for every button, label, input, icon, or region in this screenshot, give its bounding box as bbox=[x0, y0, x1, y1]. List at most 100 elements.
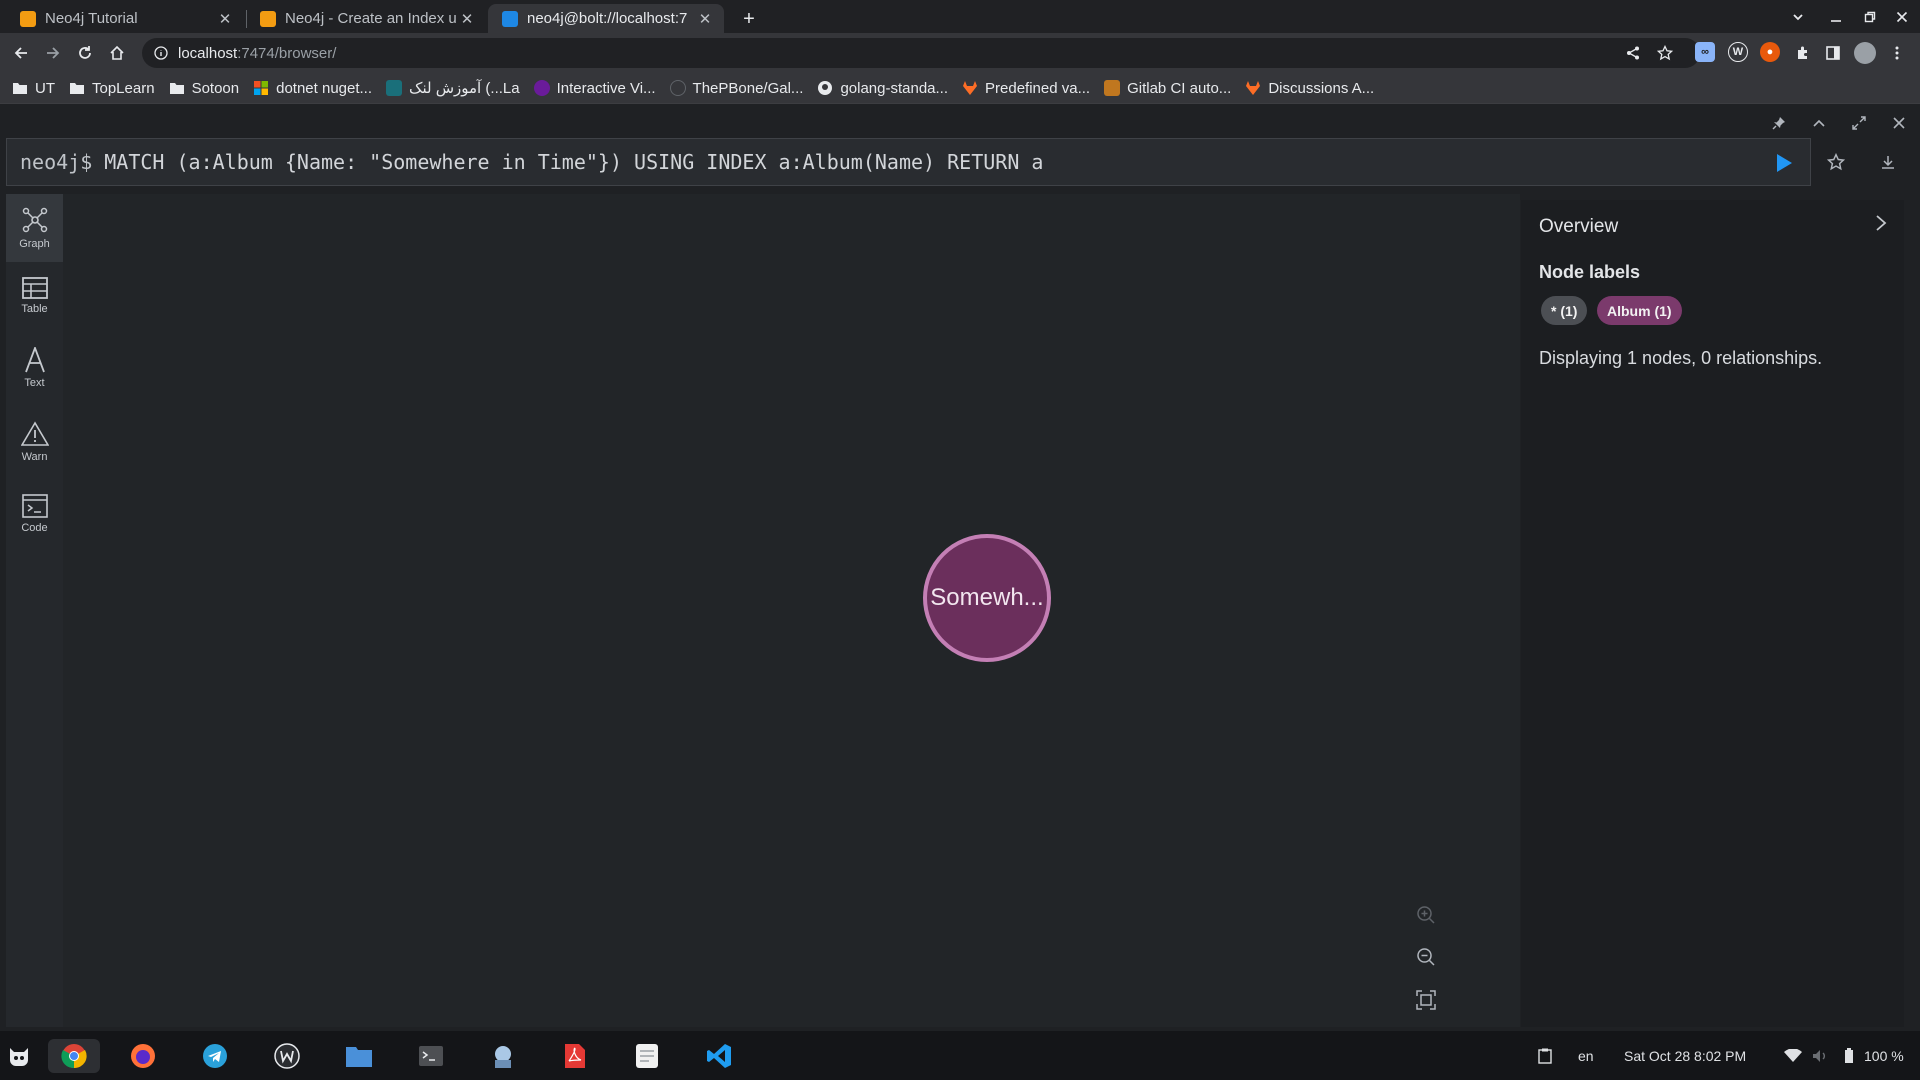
taskbar-terminal-icon[interactable] bbox=[414, 1039, 448, 1073]
wifi-icon[interactable] bbox=[1784, 1031, 1802, 1080]
label-chip-all[interactable]: * (1) bbox=[1541, 296, 1588, 325]
collapse-panel-icon[interactable] bbox=[1874, 214, 1888, 232]
taskbar-chrome-icon[interactable] bbox=[48, 1039, 100, 1073]
nav-label: Code bbox=[21, 522, 48, 534]
tab-search-icon[interactable] bbox=[1786, 6, 1810, 28]
graph-node-album[interactable]: Somewh... bbox=[923, 534, 1051, 662]
fit-to-screen-icon[interactable] bbox=[1411, 985, 1441, 1015]
keyboard-language[interactable]: en bbox=[1578, 1031, 1594, 1080]
url-host: localhost bbox=[178, 44, 238, 62]
restore-icon[interactable] bbox=[1858, 6, 1882, 28]
close-tab-icon[interactable]: ✕ bbox=[696, 10, 714, 28]
download-icon[interactable] bbox=[1876, 150, 1900, 174]
bookmark-persian-course[interactable]: آموزش لنک (...La bbox=[386, 79, 520, 97]
folder-icon bbox=[169, 83, 184, 94]
pin-icon[interactable] bbox=[1768, 112, 1790, 134]
clock[interactable]: Sat Oct 28 8:02 PM bbox=[1624, 1031, 1746, 1080]
nav-graph[interactable]: Graph bbox=[6, 194, 63, 262]
folder-icon bbox=[13, 83, 27, 94]
bookmark-thepbone[interactable]: ThePBone/Gal... bbox=[669, 80, 803, 97]
neo4j-browser-frame: neo4j$ MATCH (a:Album {Name: "Somewhere … bbox=[0, 104, 1920, 1031]
tab-strip: Neo4j Tutorial ✕ Neo4j - Create an Index… bbox=[0, 0, 1920, 33]
github-icon bbox=[669, 80, 686, 96]
volume-icon[interactable] bbox=[1812, 1031, 1828, 1080]
share-icon[interactable] bbox=[1620, 40, 1646, 66]
nav-label: Graph bbox=[19, 238, 50, 250]
back-icon[interactable] bbox=[8, 40, 34, 66]
side-panel-icon[interactable] bbox=[1820, 40, 1846, 66]
label-chip-album[interactable]: Album (1) bbox=[1597, 296, 1682, 325]
close-tab-icon[interactable]: ✕ bbox=[216, 10, 234, 28]
browser-toolbar: localhost:7474/browser/ ∞ W ● bbox=[0, 33, 1920, 73]
editor-prompt: neo4j$ bbox=[20, 150, 93, 174]
taskbar-telegram-icon[interactable] bbox=[198, 1039, 232, 1073]
result-view-nav: Graph Table Text Warn Code bbox=[6, 194, 63, 1027]
bookmark-dotnet-nuget[interactable]: dotnet nuget... bbox=[253, 80, 372, 97]
address-bar[interactable]: localhost:7474/browser/ bbox=[142, 38, 1700, 68]
bookmark-golang-standards[interactable]: golang-standa... bbox=[817, 80, 948, 97]
taskbar-text-editor-icon[interactable] bbox=[630, 1039, 664, 1073]
battery-percent: 100 % bbox=[1864, 1047, 1904, 1064]
bookmark-folder-sotoon[interactable]: Sotoon bbox=[169, 80, 239, 97]
close-tab-icon[interactable]: ✕ bbox=[458, 10, 476, 28]
folder-icon bbox=[70, 83, 84, 94]
cypher-editor[interactable]: neo4j$ MATCH (a:Album {Name: "Somewhere … bbox=[6, 138, 1811, 186]
extensions-puzzle-icon[interactable] bbox=[1790, 40, 1816, 66]
taskbar-webstorm-icon[interactable] bbox=[270, 1039, 304, 1073]
taskbar-pdf-icon[interactable] bbox=[558, 1039, 592, 1073]
nav-label: Table bbox=[21, 303, 48, 315]
reload-icon[interactable] bbox=[72, 40, 98, 66]
url-path: :7474/browser/ bbox=[237, 44, 337, 62]
tab-neo4j-tutorial[interactable]: Neo4j Tutorial ✕ bbox=[6, 4, 244, 33]
bookmark-interactive-vi[interactable]: Interactive Vi... bbox=[533, 80, 656, 97]
app-menu-icon[interactable] bbox=[2, 1039, 36, 1073]
site-logo-icon bbox=[1104, 80, 1121, 96]
site-logo-icon bbox=[533, 80, 550, 96]
home-icon[interactable] bbox=[104, 40, 130, 66]
github-icon bbox=[818, 81, 833, 95]
tab-title: Neo4j Tutorial bbox=[45, 10, 138, 27]
new-tab-button[interactable]: + bbox=[736, 6, 762, 32]
extension-glasses-icon[interactable]: ∞ bbox=[1695, 42, 1715, 62]
taskbar: en Sat Oct 28 8:02 PM 100 % bbox=[0, 1031, 1920, 1080]
taskbar-files-icon[interactable] bbox=[342, 1039, 376, 1073]
nav-table[interactable]: Table bbox=[6, 262, 63, 330]
fullscreen-icon[interactable] bbox=[1848, 112, 1870, 134]
nav-code[interactable]: Code bbox=[6, 480, 63, 548]
taskbar-character-app-icon[interactable] bbox=[486, 1039, 520, 1073]
clipboard-icon[interactable] bbox=[1538, 1031, 1552, 1080]
warning-icon bbox=[20, 421, 49, 446]
tab-create-index[interactable]: Neo4j - Create an Index u ✕ bbox=[246, 4, 486, 33]
bookmark-folder-ut[interactable]: UT bbox=[12, 80, 55, 97]
run-query-button[interactable] bbox=[1772, 151, 1796, 175]
close-frame-icon[interactable] bbox=[1888, 112, 1910, 134]
bookmark-star-icon[interactable] bbox=[1652, 40, 1678, 66]
forward-icon[interactable] bbox=[40, 40, 66, 66]
bookmark-folder-toplearn[interactable]: TopLearn bbox=[69, 80, 155, 97]
extension-brave-icon[interactable]: ● bbox=[1760, 42, 1780, 62]
extension-w-icon[interactable]: W bbox=[1728, 42, 1748, 62]
nav-text[interactable]: Text bbox=[6, 334, 63, 402]
profile-avatar[interactable] bbox=[1852, 40, 1878, 66]
zoom-in-icon[interactable] bbox=[1411, 900, 1441, 930]
query-text[interactable]: MATCH (a:Album {Name: "Somewhere in Time… bbox=[104, 150, 1043, 174]
collapse-icon[interactable] bbox=[1808, 112, 1830, 134]
bookmark-discussions[interactable]: Discussions A... bbox=[1245, 80, 1374, 97]
overview-panel: Overview Node labels * (1) Album (1) Dis… bbox=[1521, 200, 1904, 1027]
taskbar-firefox-icon[interactable] bbox=[126, 1039, 160, 1073]
nav-warn[interactable]: Warn bbox=[6, 408, 63, 476]
zoom-out-icon[interactable] bbox=[1411, 942, 1441, 972]
close-window-icon[interactable] bbox=[1890, 6, 1914, 28]
taskbar-vscode-icon[interactable] bbox=[702, 1039, 736, 1073]
favorite-query-icon[interactable] bbox=[1824, 150, 1848, 174]
gitlab-icon bbox=[963, 81, 978, 95]
bookmark-predefined-va[interactable]: Predefined va... bbox=[962, 80, 1090, 97]
tab-neo4j-bolt[interactable]: neo4j@bolt://localhost:7 ✕ bbox=[488, 4, 724, 33]
site-info-icon[interactable] bbox=[154, 46, 168, 60]
graph-canvas[interactable]: Somewh... bbox=[63, 194, 1520, 1027]
bookmark-gitlab-ci[interactable]: Gitlab CI auto... bbox=[1104, 80, 1231, 97]
minimize-icon[interactable] bbox=[1824, 6, 1848, 28]
nav-label: Text bbox=[24, 377, 45, 389]
browser-menu-icon[interactable] bbox=[1884, 40, 1910, 66]
text-icon bbox=[24, 347, 45, 373]
